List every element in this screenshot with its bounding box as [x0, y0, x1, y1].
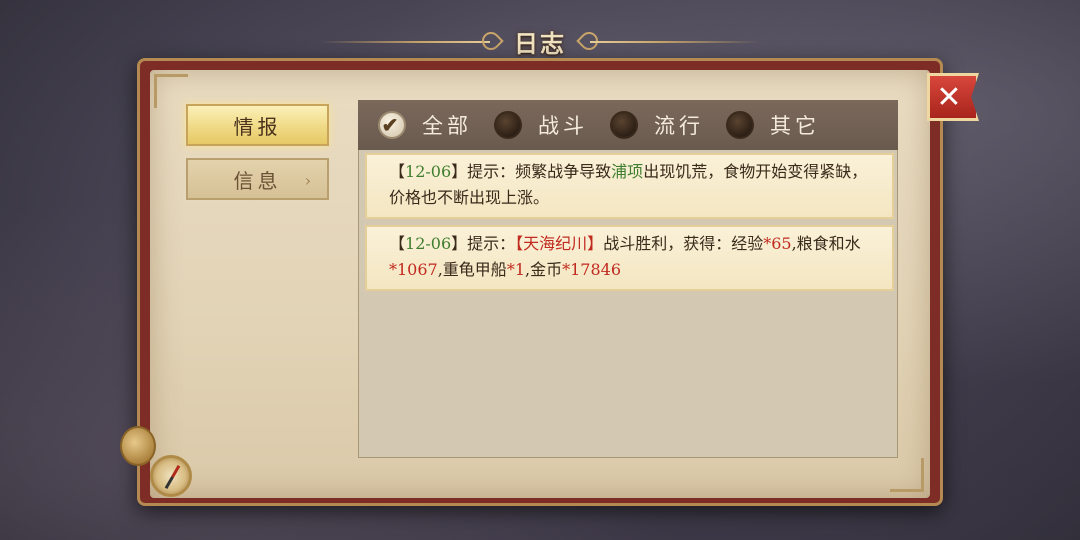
- filter-bar: ✔ 全部 战斗 流行 其它: [358, 100, 898, 150]
- tab-info-label: 信息: [233, 168, 282, 193]
- log-date-close: 】: [451, 162, 468, 181]
- log-date-open: 【: [389, 162, 406, 181]
- log-entry: 【12-06】提示：【天海纪川】战斗胜利，获得：经验*65,粮食和水 *1067,…: [365, 225, 894, 291]
- radio-unchecked-icon[interactable]: [610, 111, 638, 139]
- log-prefix: 提示：频繁战争导致: [467, 162, 612, 181]
- log-list: 【12-06】提示：频繁战争导致浦项出现饥荒，食物开始变得紧缺，价格也不断出现上…: [365, 153, 894, 297]
- log-text: ,粮食和水: [791, 234, 861, 253]
- page-corner-ornament: [154, 74, 188, 108]
- log-target: 【天海纪川】: [515, 234, 604, 253]
- log-prefix: 提示：: [467, 234, 516, 253]
- page-corner-ornament: [890, 458, 924, 492]
- log-date-close: 】: [451, 234, 468, 253]
- filter-other-label: 其它: [770, 114, 820, 138]
- log-value-food: *1067: [389, 260, 438, 279]
- compass-icon: [150, 455, 192, 497]
- log-value-ship: *1: [506, 260, 525, 279]
- log-value-gold: *17846: [562, 260, 621, 279]
- radio-checked-icon[interactable]: ✔: [378, 111, 406, 139]
- log-text: 战斗胜利，获得：经验: [603, 234, 764, 253]
- filter-all[interactable]: ✔ 全部: [378, 110, 472, 140]
- log-date: 12-06: [405, 162, 452, 181]
- title-ornament-line-right: [590, 41, 760, 43]
- log-entry: 【12-06】提示：频繁战争导致浦项出现饥荒，食物开始变得紧缺，价格也不断出现上…: [365, 153, 894, 219]
- title-bar: 日志: [300, 18, 780, 60]
- filter-battle-label: 战斗: [538, 114, 588, 138]
- log-date-open: 【: [389, 234, 406, 253]
- log-date: 12-06: [405, 234, 452, 253]
- radio-unchecked-icon[interactable]: [726, 111, 754, 139]
- radio-unchecked-icon[interactable]: [494, 111, 522, 139]
- checkmark-icon: ✔: [381, 113, 403, 137]
- tab-info[interactable]: 信息 ›: [186, 158, 329, 200]
- filter-battle[interactable]: 战斗: [494, 110, 588, 140]
- compass-lid-icon: [120, 426, 156, 466]
- log-place: 浦项: [611, 162, 644, 181]
- log-text: ,重龟甲船: [437, 260, 507, 279]
- log-value-exp: *65: [763, 234, 792, 253]
- tab-intel[interactable]: 情报: [186, 104, 329, 146]
- filter-other[interactable]: 其它: [726, 110, 820, 140]
- filter-trend-label: 流行: [654, 114, 704, 138]
- log-text: ,金币: [525, 260, 563, 279]
- close-x-icon: ✕: [936, 79, 962, 115]
- tab-intel-label: 情报: [233, 114, 282, 139]
- filter-trend[interactable]: 流行: [610, 110, 704, 140]
- filter-all-label: 全部: [422, 114, 472, 138]
- chevron-right-icon: ›: [304, 171, 315, 190]
- compass-needle: [164, 464, 181, 490]
